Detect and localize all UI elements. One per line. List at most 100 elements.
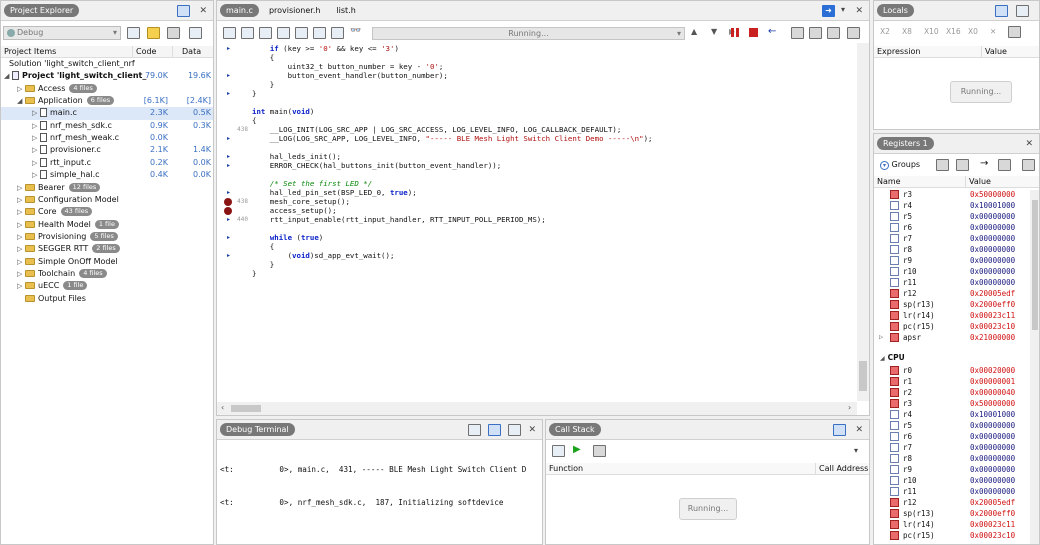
collapsed-icon[interactable]: ▷	[32, 132, 40, 144]
collapsed-icon[interactable]: ▷	[17, 280, 25, 292]
format-binary[interactable]: X2	[880, 23, 890, 41]
code-line[interactable]: (void)sd_app_evt_wait();	[252, 251, 395, 260]
tree-item[interactable]: ▷ Bearer 12 files	[1, 182, 213, 194]
refresh-icon[interactable]	[998, 159, 1011, 171]
tree-item[interactable]: ▷ uECC 1 file	[1, 280, 213, 292]
line-marker-icon[interactable]: ▸	[227, 90, 230, 97]
step-up-icon[interactable]: ▲	[691, 27, 697, 36]
register-value[interactable]: 0x10001000	[970, 200, 1015, 211]
settings-icon[interactable]	[167, 27, 180, 39]
code-line[interactable]: button_event_handler(button_number);	[252, 71, 448, 80]
tab-main-c[interactable]: main.c	[220, 4, 259, 17]
register-value[interactable]: 0x00000000	[970, 255, 1015, 266]
cpu-group-header[interactable]: ◢ CPU	[880, 353, 905, 364]
scroll-right-icon[interactable]: ›	[848, 403, 851, 412]
register-row[interactable]: r6 0x00000000	[875, 431, 1038, 442]
tree-item[interactable]: ◢ Application 6 files [6.1K] [2.4K]	[1, 95, 213, 107]
register-row[interactable]: r7 0x00000000	[875, 442, 1038, 453]
scrollbar-thumb[interactable]	[859, 361, 867, 391]
register-value[interactable]: 0x20005edf	[970, 288, 1015, 299]
tab-list-h[interactable]: list.h	[330, 4, 361, 17]
new-file-icon[interactable]	[127, 27, 140, 39]
pin-icon[interactable]	[177, 5, 190, 17]
bookmark-icon[interactable]	[277, 27, 290, 39]
code-line[interactable]: /* Set the first LED */	[252, 179, 372, 188]
code-line[interactable]: rtt_input_enable(rtt_input_handler, RTT_…	[252, 215, 546, 224]
tree-item[interactable]: Solution 'light_switch_client_nrf	[1, 58, 213, 70]
register-value[interactable]: 0x00000000	[970, 266, 1015, 277]
register-value[interactable]: 0x00023c10	[970, 321, 1015, 332]
properties-icon[interactable]	[189, 27, 202, 39]
register-value[interactable]: 0x00000000	[970, 486, 1015, 497]
tree-item[interactable]: ▷ Core 43 files	[1, 206, 213, 218]
code-line[interactable]: }	[252, 260, 274, 269]
column-name[interactable]: Name	[874, 176, 966, 188]
register-row[interactable]: pc(r15) 0x00023c10	[875, 530, 1038, 541]
find-icon[interactable]	[259, 27, 272, 39]
close-icon[interactable]: ✕	[855, 425, 863, 435]
register-value[interactable]: 0x50000000	[970, 398, 1015, 409]
tree-item[interactable]: ▷ Provisioning 5 files	[1, 231, 213, 243]
code-line[interactable]: mesh_core_setup();	[252, 197, 350, 206]
collapsed-icon[interactable]: ▷	[17, 182, 25, 194]
register-row[interactable]: r9 0x00000000	[875, 255, 1038, 266]
tree-item[interactable]: ▷ main.c 2.3K 0.5K	[1, 107, 213, 120]
tree-item[interactable]: ▷ simple_hal.c 0.4K 0.0K	[1, 169, 213, 181]
format-hex[interactable]: X16	[946, 23, 961, 41]
format-char[interactable]: X0	[968, 23, 978, 41]
code-line[interactable]: __LOG_INIT(LOG_SRC_APP | LOG_SRC_ACCESS,…	[252, 125, 622, 134]
register-value[interactable]: 0x00000000	[970, 222, 1015, 233]
tree-item[interactable]: ▷ provisioner.c 2.1K 1.4K	[1, 144, 213, 156]
register-row[interactable]: r4 0x10001000	[875, 200, 1038, 211]
collapsed-icon[interactable]: ▷	[17, 206, 25, 218]
code-line[interactable]: hal_led_pin_set(BSP_LED_0, true);	[252, 188, 417, 197]
expanded-icon[interactable]: ◢	[880, 355, 885, 362]
step-out-icon[interactable]	[827, 27, 840, 39]
column-data[interactable]: Data	[179, 46, 213, 58]
tree-item[interactable]: ▷ Configuration Model	[1, 194, 213, 206]
close-icon[interactable]: ✕	[199, 6, 207, 16]
code-line[interactable]: {	[252, 53, 274, 62]
register-row[interactable]: r1 0x00000001	[875, 376, 1038, 387]
code-line[interactable]: __LOG(LOG_SRC_APP, LOG_LEVEL_INFO, "----…	[252, 134, 653, 143]
line-marker-icon[interactable]: ▸	[227, 153, 230, 160]
column-expression[interactable]: Expression	[874, 46, 982, 58]
register-row[interactable]: r6 0x00000000	[875, 222, 1038, 233]
code-line[interactable]: if (key >= '0' && key <= '3')	[252, 44, 399, 53]
line-marker-icon[interactable]: ▸	[227, 252, 230, 259]
code-line[interactable]: }	[252, 269, 256, 278]
step-into-icon[interactable]	[791, 27, 804, 39]
format-decimal[interactable]: X10	[924, 23, 939, 41]
locals-options-icon[interactable]	[1008, 26, 1021, 38]
code-line[interactable]: }	[252, 89, 256, 98]
pin-icon[interactable]	[833, 424, 846, 436]
locals-pin-icon[interactable]	[995, 5, 1008, 17]
register-row[interactable]: r12 0x20005edf	[875, 497, 1038, 508]
print-icon[interactable]	[1016, 5, 1029, 17]
collapsed-icon[interactable]: ▷	[879, 332, 883, 343]
register-value[interactable]: 0x00023c11	[970, 310, 1015, 321]
save-file-icon[interactable]	[241, 27, 254, 39]
register-value[interactable]: 0x20005edf	[970, 497, 1015, 508]
navigate-icon[interactable]: ➜	[822, 5, 835, 17]
glasses-icon[interactable]: 👓	[350, 26, 361, 36]
column-value[interactable]: Value	[966, 176, 1039, 188]
register-row[interactable]: r8 0x00000000	[875, 453, 1038, 464]
outdent-icon[interactable]	[331, 27, 344, 39]
collapsed-icon[interactable]: ▷	[32, 157, 40, 169]
register-row[interactable]: pc(r15) 0x00023c10	[875, 321, 1038, 332]
register-row[interactable]: lr(r14) 0x00023c11	[875, 310, 1038, 321]
register-row[interactable]: r2 0x00000040	[875, 387, 1038, 398]
code-line[interactable]: access_setup();	[252, 206, 337, 215]
debug-status-field[interactable]: Running... ▾	[372, 27, 685, 40]
step-over-icon[interactable]	[809, 27, 822, 39]
tree-item[interactable]: ▷ nrf_mesh_sdk.c 0.9K 0.3K	[1, 120, 213, 132]
settings-icon[interactable]	[593, 445, 606, 457]
register-value[interactable]: 0x00023c11	[970, 519, 1015, 530]
collapsed-icon[interactable]: ▷	[17, 243, 25, 255]
register-value[interactable]: 0x00000000	[970, 211, 1015, 222]
register-row[interactable]: r5 0x00000000	[875, 420, 1038, 431]
tab-provisioner-h[interactable]: provisioner.h	[263, 4, 327, 17]
format-octal[interactable]: X8	[902, 23, 912, 41]
register-value[interactable]: 0x50000000	[970, 189, 1015, 200]
